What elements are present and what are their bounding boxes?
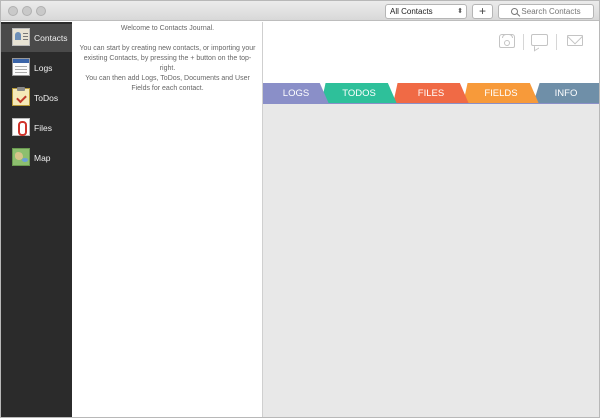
sidebar-item-map[interactable]: Map (1, 144, 72, 172)
welcome-body-add: You can then add Logs, ToDos, Documents … (85, 75, 250, 92)
sidebar-item-label: Map (34, 153, 51, 163)
sidebar-item-label: Logs (34, 63, 53, 73)
minimize-window-button[interactable] (22, 6, 32, 16)
contact-filter-select[interactable]: All Contacts ⬍ (385, 4, 467, 19)
phone-icon[interactable] (499, 34, 515, 48)
sidebar-item-todos[interactable]: ToDos (1, 84, 72, 112)
todos-icon (12, 87, 30, 106)
app-window: All Contacts ⬍ + Search Contacts Contact… (0, 0, 600, 418)
tab-info[interactable]: INFO (533, 83, 599, 104)
welcome-title: Welcome to Contacts Journal. (120, 25, 215, 32)
map-icon (12, 148, 30, 166)
detail-content-area (263, 104, 599, 417)
search-icon (511, 8, 519, 15)
contact-actions (493, 32, 593, 52)
sidebar-item-label: Files (34, 123, 52, 133)
divider (556, 34, 557, 50)
search-placeholder: Search Contacts (521, 7, 581, 16)
sidebar-item-label: ToDos (34, 93, 59, 103)
logs-icon (12, 58, 30, 76)
search-contacts-field[interactable]: Search Contacts (498, 4, 594, 19)
divider (523, 34, 524, 50)
contacts-icon (12, 28, 30, 46)
updown-chevron-icon: ⬍ (457, 8, 463, 15)
title-bar: All Contacts ⬍ + Search Contacts (1, 1, 599, 21)
sidebar-item-contacts[interactable]: Contacts (1, 24, 72, 52)
chat-icon[interactable] (531, 34, 548, 46)
zoom-window-button[interactable] (36, 6, 46, 16)
tab-fields[interactable]: FIELDS (463, 83, 539, 104)
sidebar-item-logs[interactable]: Logs (1, 54, 72, 82)
contact-filter-value: All Contacts (390, 7, 433, 16)
add-contact-button[interactable]: + (472, 4, 493, 19)
contact-detail-pane: INFO FIELDS FILES TODOS LOGS (263, 22, 599, 417)
sidebar-item-files[interactable]: Files (1, 114, 72, 142)
close-window-button[interactable] (8, 6, 18, 16)
tab-logs[interactable]: LOGS (263, 83, 329, 104)
tab-files[interactable]: FILES (393, 83, 469, 104)
welcome-body-import: You can start by creating new contacts, … (79, 45, 256, 72)
sidebar-item-label: Contacts (34, 33, 68, 43)
welcome-message: Welcome to Contacts Journal. You can sta… (76, 24, 259, 104)
sidebar: Contacts Logs ToDos Files Map (1, 22, 72, 417)
files-icon (12, 118, 30, 136)
tab-todos[interactable]: TODOS (321, 83, 397, 104)
mail-icon[interactable] (567, 35, 583, 46)
contact-list-pane: Welcome to Contacts Journal. You can sta… (72, 22, 263, 417)
detail-tabs: INFO FIELDS FILES TODOS LOGS (263, 83, 599, 104)
